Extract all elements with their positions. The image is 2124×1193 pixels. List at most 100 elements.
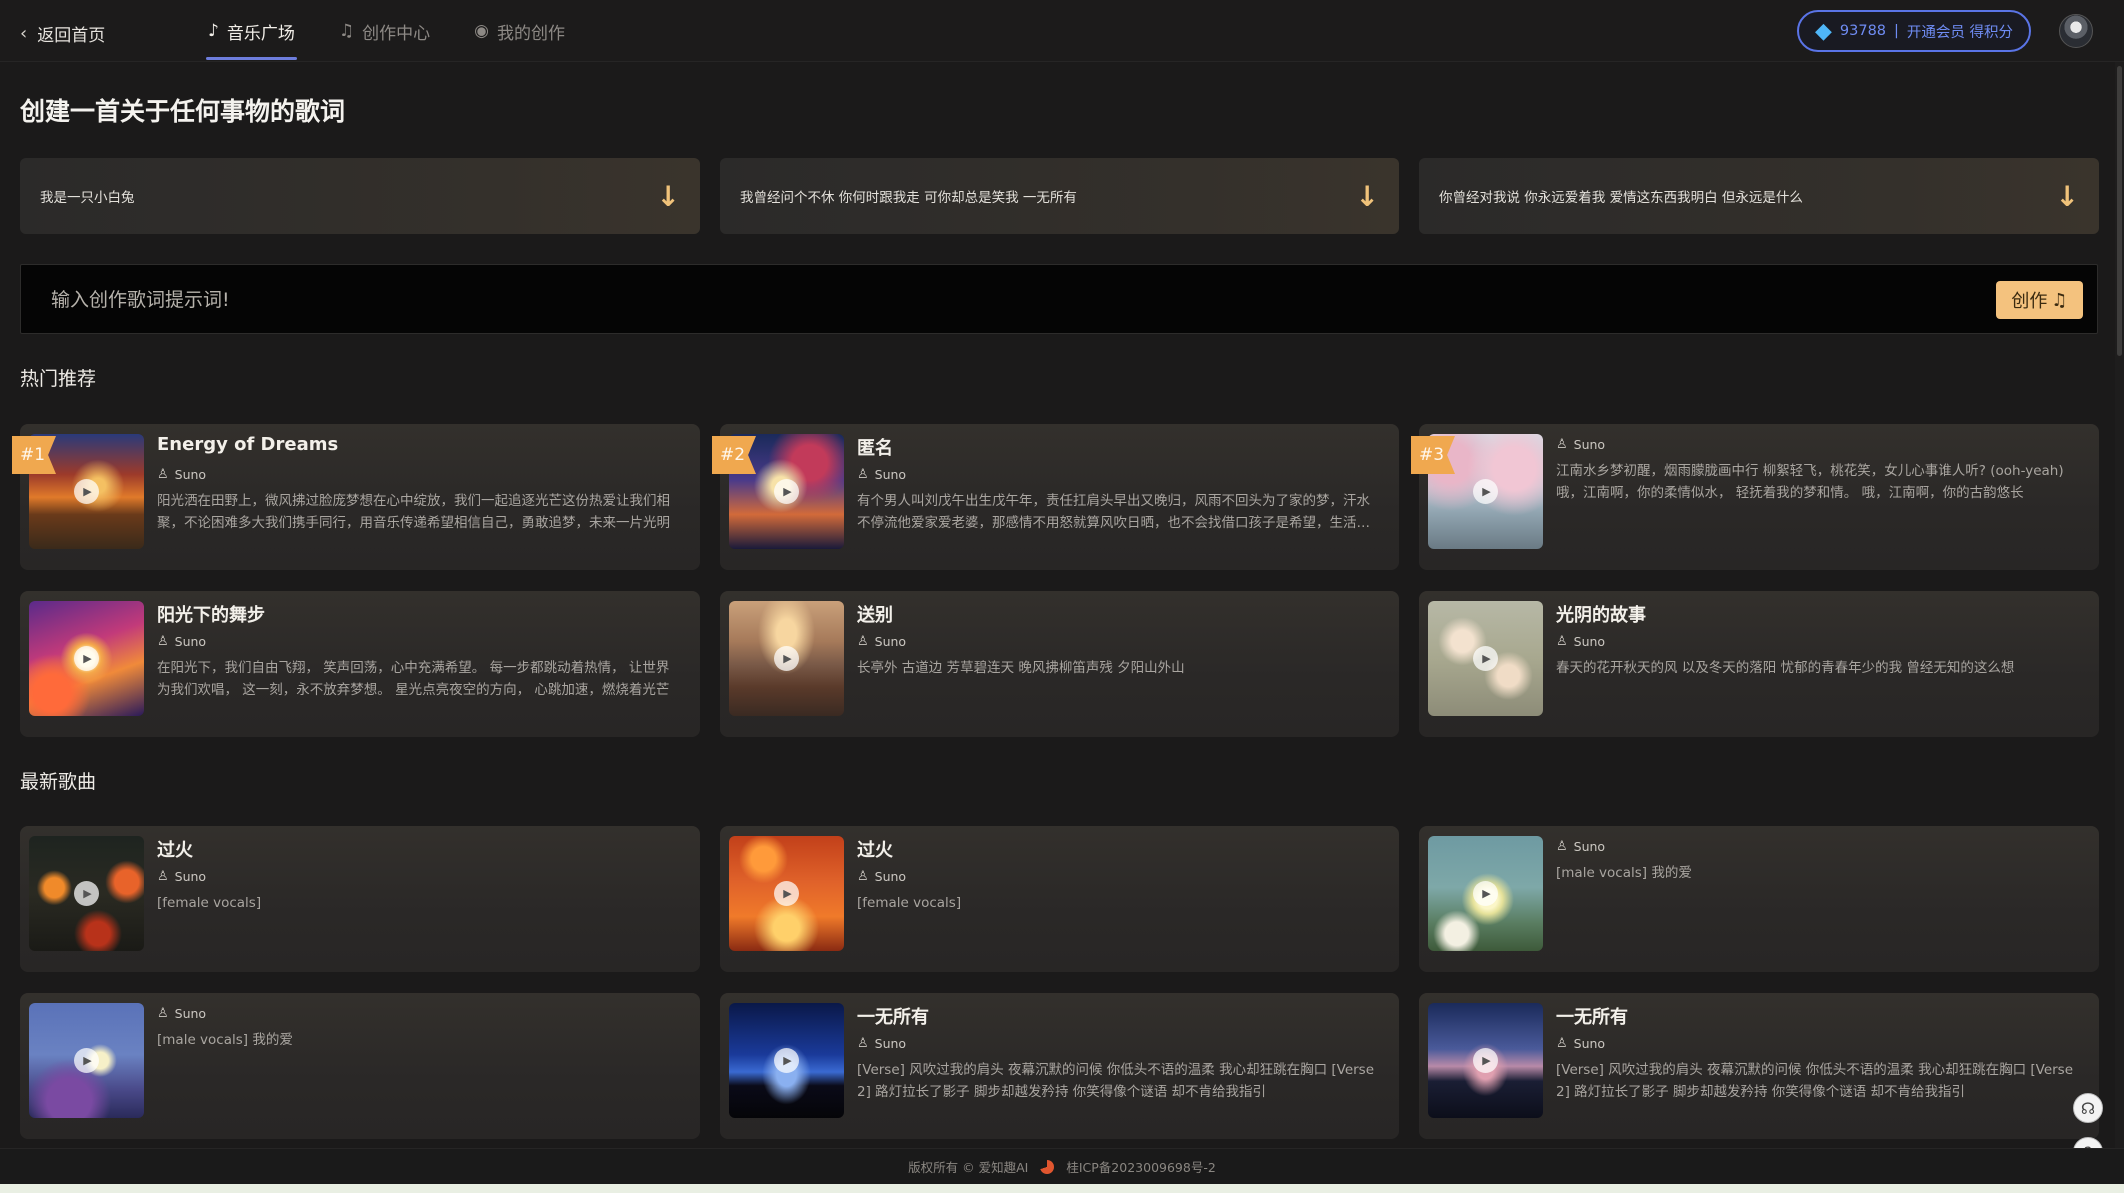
author-name: Suno [1573,633,1606,649]
song-lyrics: [male vocals] 我的爱 [1556,865,1692,881]
song-card[interactable]: ▶ 光阴的故事 ♙ Suno 春天的花开秋天的风 以及冬天的落阳 忧郁的青春年少… [1419,591,2099,737]
song-title: 一无所有 [857,1007,929,1028]
song-author: ♙ Suno [1556,631,2081,651]
song-lyrics: [Verse] 风吹过我的肩头 夜幕沉默的问候 你低头不语的温柔 我心却狂跳在胸… [857,1062,1375,1100]
member-points: 93788 [1839,23,1887,39]
user-avatar[interactable] [2059,14,2093,48]
play-icon[interactable]: ▶ [774,479,799,504]
song-author: ♙ Suno [1556,836,2081,856]
song-cover: ▶ [29,836,144,951]
user-icon: ♙ [1556,633,1568,649]
song-card[interactable]: ▶ ♙ Suno [male vocals] 我的爱 [1419,826,2099,972]
tab-label: 创作中心 [362,23,431,44]
song-card[interactable]: ▶ #3 ♙ Suno 江南水乡梦初醒，烟雨朦胧画中行 柳絮轻飞，桃花笑，女儿心… [1411,424,2099,570]
user-icon: ♙ [857,466,869,482]
icp-link[interactable]: 桂ICP备2023009698号-2 [1066,1157,1215,1176]
user-icon: ♙ [1556,1035,1568,1051]
play-icon[interactable]: ▶ [1473,479,1498,504]
song-author: ♙ Suno [857,1033,1381,1053]
song-cover: ▶ [729,1003,844,1118]
suggestion-card[interactable]: 我是一只小白兔 ↓ [20,158,700,234]
membership-button[interactable]: ◆ 93788 | 开通会员 得积分 [1797,10,2031,52]
lightbulb-icon: ◉ [474,21,489,41]
song-card[interactable]: ▶ 送别 ♙ Suno 长亭外 古道边 芳草碧连天 晚风拂柳笛声残 夕阳山外山 [720,591,1399,737]
song-card[interactable]: ▶ ♙ Suno [male vocals] 我的爱 [20,993,700,1139]
chevron-left-icon: ‹ [20,22,28,44]
song-author: ♙ Suno [857,464,1381,484]
author-name: Suno [1573,838,1606,854]
play-icon[interactable]: ▶ [1473,646,1498,671]
song-author: ♙ Suno [1556,434,2081,454]
music-note-icon: ♫ [338,21,355,41]
play-icon[interactable]: ▶ [1473,881,1498,906]
top-bar: ‹ 返回首页 ♪ 音乐广场 ♫ 创作中心 ◉ 我的创作 ◆ 93788 | 开通… [0,0,2124,62]
tab-creation-center[interactable]: ♫ 创作中心 [337,0,432,62]
song-author: ♙ Suno [1556,1033,2081,1053]
song-cover: ▶ [729,601,844,716]
create-button[interactable]: 创作 ♫ [1996,281,2083,319]
song-title: 阳光下的舞步 [157,605,265,626]
author-name: Suno [874,868,907,884]
song-lyrics: [female vocals] [857,895,962,911]
song-title: Energy of Dreams [157,434,339,455]
song-author: ♙ Suno [857,866,1381,886]
play-icon[interactable]: ▶ [74,479,99,504]
song-lyrics: [Verse] 风吹过我的肩头 夜幕沉默的问候 你低头不语的温柔 我心却狂跳在胸… [1556,1062,2074,1100]
song-cover: ▶ [1428,1003,1543,1118]
nav-tabs: ♪ 音乐广场 ♫ 创作中心 ◉ 我的创作 [206,0,567,62]
copyright-text: 版权所有 © 爱知趣AI [908,1160,1029,1175]
song-card[interactable]: ▶ 一无所有 ♙ Suno [Verse] 风吹过我的肩头 夜幕沉默的问候 你低… [720,993,1399,1139]
song-card[interactable]: ▶ 过火 ♙ Suno [female vocals] [20,826,700,972]
play-icon[interactable]: ▶ [774,646,799,671]
author-name: Suno [174,466,207,482]
suggestion-text: 我是一只小白兔 [40,190,135,206]
author-name: Suno [874,633,907,649]
play-icon[interactable]: ▶ [74,1048,99,1073]
song-card[interactable]: ▶ #1 Energy of Dreams ♙ Suno 阳光洒在田野上，微风拂… [12,424,700,570]
prompt-box: 创作 ♫ [20,264,2098,334]
headset-support-icon[interactable]: ☊ [2073,1093,2103,1123]
song-lyrics: 长亭外 古道边 芳草碧连天 晚风拂柳笛声残 夕阳山外山 [857,660,1185,676]
play-icon[interactable]: ▶ [74,881,99,906]
page-title: 创建一首关于任何事物的歌词 [20,97,346,126]
play-icon[interactable]: ▶ [774,1048,799,1073]
suggestion-text: 我曾经问个不休 你何时跟我走 可你却总是笑我 一无所有 [740,190,1077,206]
song-title: 匿名 [857,438,893,459]
hot-section-title: 热门推荐 [20,368,97,390]
back-home-link[interactable]: ‹ 返回首页 [20,20,105,46]
song-title: 过火 [157,840,193,861]
scrollbar-thumb[interactable] [2117,66,2122,356]
tab-music-plaza[interactable]: ♪ 音乐广场 [206,0,297,62]
member-label: 开通会员 得积分 [1906,24,2014,41]
song-lyrics: 春天的花开秋天的风 以及冬天的落阳 忧郁的青春年少的我 曾经无知的这么想 [1556,660,2015,676]
author-name: Suno [874,1035,907,1051]
song-author: ♙ Suno [157,631,682,651]
song-card[interactable]: ▶ 阳光下的舞步 ♙ Suno 在阳光下，我们自由飞翔， 笑声回荡，心中充满希望… [20,591,700,737]
song-lyrics: 江南水乡梦初醒，烟雨朦胧画中行 柳絮轻飞，桃花笑，女儿心事谁人听? (ooh-y… [1556,463,2064,501]
taskbar-strip [0,1184,2124,1193]
song-cover: ▶ [29,1003,144,1118]
tab-label: 我的创作 [496,23,565,44]
lyrics-prompt-input[interactable] [51,283,1951,317]
song-cover: ▶ [1428,601,1543,716]
song-card[interactable]: ▶ #2 匿名 ♙ Suno 有个男人叫刘戊午出生戊午年，责任扛肩头早出又晚归，… [712,424,1399,570]
play-icon[interactable]: ▶ [74,646,99,671]
tab-label: 音乐广场 [226,23,295,44]
song-card[interactable]: ▶ 一无所有 ♙ Suno [Verse] 风吹过我的肩头 夜幕沉默的问候 你低… [1419,993,2099,1139]
arrow-down-icon: ↓ [2055,179,2079,213]
play-icon[interactable]: ▶ [774,881,799,906]
diamond-icon: ◆ [1814,18,1832,44]
song-lyrics: 在阳光下，我们自由飞翔， 笑声回荡，心中充满希望。 每一步都跳动着热情， 让世界… [157,660,670,698]
song-card[interactable]: ▶ 过火 ♙ Suno [female vocals] [720,826,1399,972]
song-cover: ▶ [29,601,144,716]
song-lyrics: [male vocals] 我的爱 [157,1032,293,1048]
member-separator: | [1894,23,1899,39]
play-icon[interactable]: ▶ [1473,1048,1498,1073]
suggestion-card[interactable]: 我曾经问个不休 你何时跟我走 可你却总是笑我 一无所有 ↓ [720,158,1399,234]
user-icon: ♙ [1556,436,1568,452]
song-lyrics: [female vocals] [157,895,262,911]
song-title: 一无所有 [1556,1007,1628,1028]
tab-my-creations[interactable]: ◉ 我的创作 [472,0,567,62]
suggestion-card[interactable]: 你曾经对我说 你永远爱着我 爱情这东西我明白 但永远是什么 ↓ [1419,158,2099,234]
back-home-label: 返回首页 [37,25,106,46]
